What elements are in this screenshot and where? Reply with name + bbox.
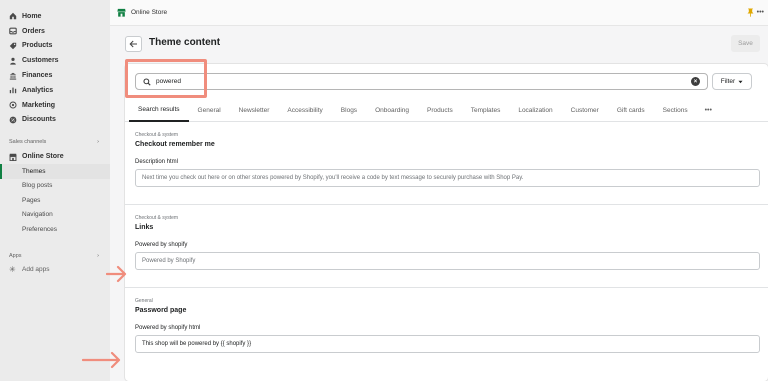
sidebar-item-analytics[interactable]: Analytics bbox=[0, 83, 110, 98]
sidebar-subitem-navigation[interactable]: Navigation bbox=[0, 208, 110, 223]
section-divider bbox=[125, 287, 768, 288]
arrow-right-annotation-icon bbox=[106, 265, 127, 283]
sidebar-item-customers[interactable]: Customers bbox=[0, 53, 110, 68]
target-icon bbox=[9, 101, 17, 109]
sidebar-subitem-preferences[interactable]: Preferences bbox=[0, 222, 110, 237]
home-icon bbox=[9, 12, 17, 20]
sidebar-item-finances[interactable]: Finances bbox=[0, 68, 110, 83]
sidebar-item-label: Products bbox=[22, 42, 53, 50]
top-bar: Online Store ••• bbox=[110, 0, 768, 26]
caret-down-icon bbox=[738, 80, 743, 84]
sales-channels-label: Sales channels bbox=[9, 139, 47, 146]
result-category: Checkout & system bbox=[135, 132, 179, 138]
highlight-box-annotation bbox=[125, 59, 207, 98]
topbar-title: Online Store bbox=[131, 9, 168, 16]
sidebar-item-label: Orders bbox=[22, 27, 45, 35]
filter-button[interactable]: Filter bbox=[712, 73, 752, 90]
back-button[interactable] bbox=[125, 36, 142, 52]
tab-localization[interactable]: Localization bbox=[509, 100, 561, 122]
result-checkout-remember-me: Checkout & system Checkout remember me D… bbox=[135, 132, 760, 187]
result-category: General bbox=[135, 298, 153, 304]
add-apps-icon: ✳ bbox=[9, 265, 16, 275]
chevron-right-icon: › bbox=[97, 252, 99, 259]
sales-channels-header[interactable]: Sales channels › bbox=[0, 135, 110, 149]
tab-customer[interactable]: Customer bbox=[562, 100, 608, 122]
result-links: Checkout & system Links Powered by shopi… bbox=[135, 215, 760, 270]
field-label: Description html bbox=[135, 159, 179, 165]
clear-search-icon[interactable]: × bbox=[691, 77, 700, 86]
sidebar-item-label: Finances bbox=[22, 72, 53, 80]
tab-sections[interactable]: Sections bbox=[654, 100, 697, 122]
sidebar-item-marketing[interactable]: Marketing bbox=[0, 98, 110, 113]
discount-icon bbox=[9, 116, 17, 124]
sidebar-subitem-pages[interactable]: Pages bbox=[0, 193, 110, 208]
tab-templates[interactable]: Templates bbox=[462, 100, 510, 122]
sidebar-item-products[interactable]: Products bbox=[0, 39, 110, 54]
add-apps-label: Add apps bbox=[22, 266, 50, 274]
tag-icon bbox=[9, 42, 17, 50]
tab-search-results[interactable]: Search results bbox=[129, 100, 189, 122]
sidebar-item-label: Discounts bbox=[22, 116, 56, 124]
filter-label: Filter bbox=[720, 78, 736, 85]
search-field[interactable]: × bbox=[135, 73, 708, 90]
tab-gift-cards[interactable]: Gift cards bbox=[608, 100, 654, 122]
sidebar-item-label: Analytics bbox=[22, 86, 54, 94]
arrow-left-icon bbox=[129, 40, 138, 48]
field-label: Powered by shopify bbox=[135, 242, 188, 248]
sidebar-item-discounts[interactable]: Discounts bbox=[0, 113, 110, 128]
sidebar: Home Orders Products Customers Finances … bbox=[0, 0, 110, 381]
apps-label: Apps bbox=[9, 252, 22, 259]
tab-accessibility[interactable]: Accessibility bbox=[278, 100, 331, 122]
tab-products[interactable]: Products bbox=[418, 100, 462, 122]
powered-by-shopify-html-field[interactable]: This shop will be powered by {{ shopify … bbox=[135, 335, 760, 353]
bar-chart-icon bbox=[9, 86, 17, 94]
sidebar-item-label: Home bbox=[22, 12, 42, 20]
sidebar-item-online-store[interactable]: Online Store bbox=[0, 149, 110, 164]
tab-onboarding[interactable]: Onboarding bbox=[366, 100, 418, 122]
sidebar-item-orders[interactable]: Orders bbox=[0, 24, 110, 39]
sidebar-item-home[interactable]: Home bbox=[0, 9, 110, 24]
sidebar-subitem-themes[interactable]: Themes bbox=[0, 164, 110, 179]
tab-bar: Search results General Newsletter Access… bbox=[125, 100, 768, 122]
person-icon bbox=[9, 57, 17, 65]
add-apps-button[interactable]: ✳ Add apps bbox=[0, 263, 110, 278]
orders-icon bbox=[9, 27, 17, 35]
result-title: Password page bbox=[135, 307, 187, 314]
tab-newsletter[interactable]: Newsletter bbox=[230, 100, 279, 122]
field-label: Powered by shopify html bbox=[135, 325, 201, 331]
sidebar-item-label: Marketing bbox=[22, 101, 56, 109]
tab-general[interactable]: General bbox=[189, 100, 230, 122]
main-content: Theme content Save × Filter Search resul… bbox=[110, 26, 768, 381]
search-input[interactable] bbox=[156, 78, 707, 85]
online-store-icon bbox=[117, 8, 126, 17]
arrow-right-annotation-icon bbox=[82, 351, 121, 369]
more-actions-button[interactable]: ••• bbox=[757, 9, 764, 16]
result-title: Links bbox=[135, 224, 154, 231]
description-html-field[interactable]: Next time you check out here or on other… bbox=[135, 169, 760, 187]
save-button[interactable]: Save bbox=[731, 35, 760, 52]
sidebar-item-label: Online Store bbox=[22, 153, 64, 161]
result-category: Checkout & system bbox=[135, 215, 179, 221]
section-divider bbox=[125, 204, 768, 205]
sidebar-item-label: Customers bbox=[22, 57, 59, 65]
result-title: Checkout remember me bbox=[135, 141, 215, 148]
bank-icon bbox=[9, 72, 17, 80]
store-icon bbox=[9, 153, 17, 161]
chevron-right-icon: › bbox=[97, 139, 99, 146]
theme-content-card: × Filter Search results General Newslett… bbox=[125, 64, 768, 381]
page-title: Theme content bbox=[149, 37, 221, 48]
sidebar-subitem-blog-posts[interactable]: Blog posts bbox=[0, 179, 110, 194]
powered-by-shopify-field[interactable]: Powered by Shopify bbox=[135, 252, 760, 270]
pin-icon[interactable] bbox=[747, 8, 754, 17]
tabs-more-button[interactable]: ••• bbox=[697, 107, 712, 114]
result-password-page: General Password page Powered by shopify… bbox=[135, 298, 760, 353]
tab-blogs[interactable]: Blogs bbox=[332, 100, 366, 122]
apps-header[interactable]: Apps › bbox=[0, 249, 110, 263]
